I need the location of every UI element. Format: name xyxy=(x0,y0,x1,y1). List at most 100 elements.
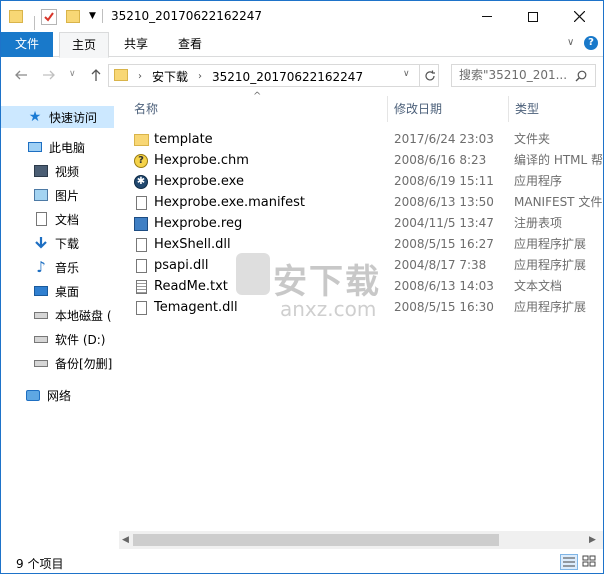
file-name: Hexprobe.reg xyxy=(154,216,243,231)
nav-item-this-pc[interactable]: 此电脑 xyxy=(1,136,114,158)
file-row-hexshell-dll[interactable]: HexShell.dll 2008/5/15 16:27 应用程序扩展 xyxy=(128,234,603,255)
nav-item-label: 音乐 xyxy=(55,260,80,275)
help-file-icon: ? xyxy=(133,153,149,169)
star-icon: ★ xyxy=(28,109,42,125)
registry-icon xyxy=(133,216,149,232)
file-name: Hexprobe.exe.manifest xyxy=(154,195,306,210)
nav-item-pictures[interactable]: 图片 xyxy=(1,184,114,206)
scroll-left-icon[interactable]: ◀ xyxy=(122,535,129,545)
drive-icon xyxy=(33,307,49,323)
maximize-button[interactable] xyxy=(510,1,556,32)
tab-share[interactable]: 共享 xyxy=(113,32,159,57)
dll-icon xyxy=(133,258,149,274)
breadcrumb-separator-icon: › xyxy=(138,71,142,82)
file-row-hexprobe-exe[interactable]: ✱ Hexprobe.exe 2008/6/19 15:11 应用程序 xyxy=(128,171,603,192)
maximize-icon xyxy=(528,11,538,22)
nav-item-label: 本地磁盘 ( xyxy=(55,308,112,323)
help-icon[interactable]: ? xyxy=(584,36,598,50)
title-separator xyxy=(102,9,103,23)
file-type: 应用程序扩展 xyxy=(514,237,587,251)
file-icon xyxy=(133,195,149,211)
file-name: template xyxy=(154,132,213,147)
file-name: psapi.dll xyxy=(154,258,209,273)
nav-item-label: 图片 xyxy=(55,188,80,203)
tab-file[interactable]: 文件 xyxy=(1,32,53,57)
nav-item-quick-access[interactable]: ★ 快速访问 xyxy=(1,106,114,128)
nav-item-videos[interactable]: 视频 xyxy=(1,160,114,182)
recent-locations-button[interactable]: ∨ xyxy=(69,69,76,79)
refresh-button[interactable] xyxy=(419,65,439,86)
up-arrow-icon xyxy=(91,69,101,81)
watermark-text: 安下载 xyxy=(273,262,381,302)
column-type[interactable]: 类型 xyxy=(509,96,603,122)
nav-item-network[interactable]: 网络 xyxy=(1,384,114,406)
nav-item-documents[interactable]: 文档 xyxy=(1,208,114,230)
search-input[interactable]: 搜索"35210_201... xyxy=(451,64,596,87)
ribbon-collapse-icon[interactable]: ∨ xyxy=(567,37,574,48)
close-button[interactable] xyxy=(556,1,602,32)
column-date[interactable]: 修改日期 xyxy=(388,96,508,122)
nav-item-label: 下载 xyxy=(55,236,80,251)
column-name[interactable]: 名称 xyxy=(128,96,387,122)
customize-toolbar-icon[interactable]: ▼ xyxy=(89,11,96,21)
minimize-button[interactable] xyxy=(464,1,510,32)
file-date: 2004/11/5 13:47 xyxy=(394,216,494,230)
file-row-hexprobe-chm[interactable]: ? Hexprobe.chm 2008/6/16 8:23 编译的 HTML 帮 xyxy=(128,150,603,171)
item-count: 9 个项目 xyxy=(16,557,64,571)
scroll-right-icon[interactable]: ▶ xyxy=(589,535,596,545)
file-type: 编译的 HTML 帮 xyxy=(514,153,604,167)
file-name: Temagent.dll xyxy=(154,300,238,315)
file-name: ReadMe.txt xyxy=(154,279,228,294)
breadcrumb-item[interactable]: 35210_20170622162247 xyxy=(212,70,363,84)
scrollbar-thumb[interactable] xyxy=(133,534,499,546)
search-icon xyxy=(575,70,587,82)
file-name: Hexprobe.chm xyxy=(154,153,249,168)
file-type: 文件夹 xyxy=(514,132,551,146)
status-bar: 9 个项目 xyxy=(1,551,603,573)
file-type: 应用程序扩展 xyxy=(514,300,587,314)
address-dropdown-icon[interactable]: ∨ xyxy=(403,69,410,79)
search-placeholder: 搜索"35210_201... xyxy=(459,68,568,82)
properties-icon[interactable] xyxy=(41,8,57,25)
dll-icon xyxy=(133,300,149,316)
drive-icon xyxy=(33,331,49,347)
document-icon xyxy=(33,211,49,227)
text-file-icon xyxy=(133,279,149,295)
exe-icon: ✱ xyxy=(133,174,149,190)
forward-button[interactable] xyxy=(41,67,57,83)
nav-item-label: 快速访问 xyxy=(49,110,98,125)
new-folder-icon[interactable] xyxy=(66,10,80,23)
nav-item-label: 桌面 xyxy=(55,284,80,299)
tab-home[interactable]: 主页 xyxy=(59,32,109,58)
up-button[interactable] xyxy=(88,67,104,83)
file-date: 2008/6/13 14:03 xyxy=(394,279,494,293)
nav-item-label: 文档 xyxy=(55,212,80,227)
file-row-template-folder[interactable]: template 2017/6/24 23:03 文件夹 xyxy=(128,129,603,150)
nav-item-label: 软件 (D:) xyxy=(55,332,106,347)
drive-icon xyxy=(33,355,49,371)
quick-access-toolbar: ▼ xyxy=(9,8,96,30)
breadcrumb: › 安下载 › 35210_20170622162247 xyxy=(138,68,373,85)
file-name: HexShell.dll xyxy=(154,237,231,252)
large-icons-view-button[interactable] xyxy=(581,554,599,570)
file-row-hexprobe-manifest[interactable]: Hexprobe.exe.manifest 2008/6/13 13:50 MA… xyxy=(128,192,603,213)
nav-item-downloads[interactable]: 下载 xyxy=(1,232,114,254)
music-icon: ♪ xyxy=(36,258,46,276)
file-row-hexprobe-reg[interactable]: Hexprobe.reg 2004/11/5 13:47 注册表项 xyxy=(128,213,603,234)
file-type: 应用程序扩展 xyxy=(514,258,587,272)
explorer-window: ▼ 35210_20170622162247 文件 主页 共享 查看 ∨ ? ∨ xyxy=(0,0,604,574)
details-view-button[interactable] xyxy=(560,554,578,570)
back-button[interactable] xyxy=(13,67,29,83)
nav-item-music[interactable]: ♪ 音乐 xyxy=(1,256,114,278)
nav-item-desktop[interactable]: 桌面 xyxy=(1,280,114,302)
watermark-subtext: anxz.com xyxy=(280,297,377,321)
nav-item-backup[interactable]: 备份[勿删] xyxy=(1,352,114,374)
nav-item-drive-d[interactable]: 软件 (D:) xyxy=(1,328,114,350)
desktop-icon xyxy=(33,283,49,299)
file-date: 2004/8/17 7:38 xyxy=(394,258,487,272)
breadcrumb-item[interactable]: 安下载 xyxy=(152,68,188,85)
title-bar: ▼ 35210_20170622162247 xyxy=(1,1,603,32)
nav-item-label: 此电脑 xyxy=(49,140,86,155)
tab-view[interactable]: 查看 xyxy=(165,32,215,57)
nav-item-local-disk[interactable]: 本地磁盘 ( xyxy=(1,304,114,326)
